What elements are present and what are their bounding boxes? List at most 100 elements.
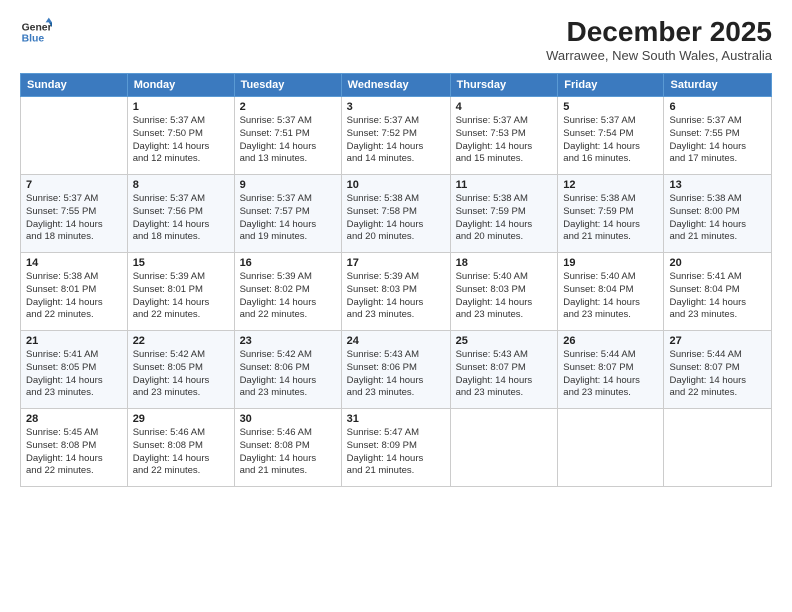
title-block: December 2025 Warrawee, New South Wales,… [546,16,772,63]
day-number: 1 [133,101,229,113]
day-info: Sunrise: 5:46 AM Sunset: 8:08 PM Dayligh… [240,427,336,478]
calendar-cell: 6 Sunrise: 5:37 AM Sunset: 7:55 PM Daylig… [664,97,772,175]
day-info: Sunrise: 5:37 AM Sunset: 7:50 PM Dayligh… [133,115,229,166]
day-info: Sunrise: 5:37 AM Sunset: 7:52 PM Dayligh… [347,115,445,166]
day-info: Sunrise: 5:37 AM Sunset: 7:51 PM Dayligh… [240,115,336,166]
calendar-cell: 4 Sunrise: 5:37 AM Sunset: 7:53 PM Daylig… [450,97,558,175]
day-info: Sunrise: 5:37 AM Sunset: 7:53 PM Dayligh… [456,115,553,166]
calendar-cell: 19 Sunrise: 5:40 AM Sunset: 8:04 PM Dayli… [558,253,664,331]
day-info: Sunrise: 5:45 AM Sunset: 8:08 PM Dayligh… [26,427,122,478]
calendar-cell: 23 Sunrise: 5:42 AM Sunset: 8:06 PM Dayli… [234,331,341,409]
day-info: Sunrise: 5:39 AM Sunset: 8:01 PM Dayligh… [133,271,229,322]
day-number: 27 [669,335,766,347]
calendar-cell: 29 Sunrise: 5:46 AM Sunset: 8:08 PM Dayli… [127,409,234,487]
week-row-1: 1 Sunrise: 5:37 AM Sunset: 7:50 PM Daylig… [21,97,772,175]
day-info: Sunrise: 5:39 AM Sunset: 8:02 PM Dayligh… [240,271,336,322]
day-number: 31 [347,413,445,425]
calendar-cell: 13Sunrise: 5:38 AM Sunset: 8:00 PM Dayli… [664,175,772,253]
calendar-cell: 9 Sunrise: 5:37 AM Sunset: 7:57 PM Daylig… [234,175,341,253]
day-info: Sunrise: 5:40 AM Sunset: 8:03 PM Dayligh… [456,271,553,322]
calendar-cell: 28 Sunrise: 5:45 AM Sunset: 8:08 PM Dayli… [21,409,128,487]
calendar-cell: 20Sunrise: 5:41 AM Sunset: 8:04 PM Dayli… [664,253,772,331]
calendar-cell [558,409,664,487]
day-info: Sunrise: 5:37 AM Sunset: 7:57 PM Dayligh… [240,193,336,244]
calendar-cell: 17 Sunrise: 5:39 AM Sunset: 8:03 PM Dayli… [341,253,450,331]
calendar-cell: 21 Sunrise: 5:41 AM Sunset: 8:05 PM Dayli… [21,331,128,409]
calendar-cell: 3 Sunrise: 5:37 AM Sunset: 7:52 PM Daylig… [341,97,450,175]
day-number: 16 [240,257,336,269]
day-number: 18 [456,257,553,269]
day-number: 14 [26,257,122,269]
day-number: 3 [347,101,445,113]
calendar-cell: 7 Sunrise: 5:37 AM Sunset: 7:55 PM Daylig… [21,175,128,253]
day-info: Sunrise: 5:46 AM Sunset: 8:08 PM Dayligh… [133,427,229,478]
calendar-cell: 30 Sunrise: 5:46 AM Sunset: 8:08 PM Dayli… [234,409,341,487]
svg-text:General: General [22,22,52,33]
calendar-cell: 16 Sunrise: 5:39 AM Sunset: 8:02 PM Dayli… [234,253,341,331]
day-info: Sunrise: 5:42 AM Sunset: 8:06 PM Dayligh… [240,349,336,400]
day-number: 5 [563,101,658,113]
day-number: 29 [133,413,229,425]
col-monday: Monday [127,74,234,97]
day-number: 6 [669,101,766,113]
calendar-cell: 1 Sunrise: 5:37 AM Sunset: 7:50 PM Daylig… [127,97,234,175]
week-row-5: 28 Sunrise: 5:45 AM Sunset: 8:08 PM Dayli… [21,409,772,487]
day-info: Sunrise: 5:38 AM Sunset: 7:59 PM Dayligh… [563,193,658,244]
day-info: Sunrise: 5:44 AM Sunset: 8:07 PM Dayligh… [563,349,658,400]
calendar-cell: 10 Sunrise: 5:38 AM Sunset: 7:58 PM Dayli… [341,175,450,253]
day-number: 30 [240,413,336,425]
day-number: 7 [26,179,122,191]
calendar-cell: 31 Sunrise: 5:47 AM Sunset: 8:09 PM Dayli… [341,409,450,487]
day-info: Sunrise: 5:38 AM Sunset: 7:58 PM Dayligh… [347,193,445,244]
week-row-2: 7 Sunrise: 5:37 AM Sunset: 7:55 PM Daylig… [21,175,772,253]
col-saturday: Saturday [664,74,772,97]
calendar-cell: 2Sunrise: 5:37 AM Sunset: 7:51 PM Daylig… [234,97,341,175]
col-thursday: Thursday [450,74,558,97]
calendar-cell: 12Sunrise: 5:38 AM Sunset: 7:59 PM Dayli… [558,175,664,253]
day-number: 17 [347,257,445,269]
day-info: Sunrise: 5:38 AM Sunset: 8:01 PM Dayligh… [26,271,122,322]
calendar-table: Sunday Monday Tuesday Wednesday Thursday… [20,73,772,487]
page: General Blue December 2025 Warrawee, New… [0,0,792,612]
svg-text:Blue: Blue [22,34,45,45]
calendar-cell: 22Sunrise: 5:42 AM Sunset: 8:05 PM Dayli… [127,331,234,409]
header: General Blue December 2025 Warrawee, New… [20,16,772,63]
calendar-cell: 14 Sunrise: 5:38 AM Sunset: 8:01 PM Dayli… [21,253,128,331]
day-info: Sunrise: 5:38 AM Sunset: 7:59 PM Dayligh… [456,193,553,244]
calendar-cell [664,409,772,487]
col-friday: Friday [558,74,664,97]
day-number: 10 [347,179,445,191]
day-number: 9 [240,179,336,191]
day-info: Sunrise: 5:43 AM Sunset: 8:07 PM Dayligh… [456,349,553,400]
day-number: 8 [133,179,229,191]
calendar-cell: 26 Sunrise: 5:44 AM Sunset: 8:07 PM Dayli… [558,331,664,409]
day-number: 26 [563,335,658,347]
day-number: 19 [563,257,658,269]
day-number: 23 [240,335,336,347]
calendar-cell [450,409,558,487]
logo-icon: General Blue [20,16,52,48]
logo: General Blue [20,16,52,48]
day-number: 20 [669,257,766,269]
header-row: Sunday Monday Tuesday Wednesday Thursday… [21,74,772,97]
day-info: Sunrise: 5:41 AM Sunset: 8:05 PM Dayligh… [26,349,122,400]
col-tuesday: Tuesday [234,74,341,97]
subtitle: Warrawee, New South Wales, Australia [546,48,772,63]
calendar-cell: 8 Sunrise: 5:37 AM Sunset: 7:56 PM Daylig… [127,175,234,253]
day-info: Sunrise: 5:40 AM Sunset: 8:04 PM Dayligh… [563,271,658,322]
day-number: 21 [26,335,122,347]
day-number: 13 [669,179,766,191]
day-number: 28 [26,413,122,425]
day-info: Sunrise: 5:37 AM Sunset: 7:55 PM Dayligh… [26,193,122,244]
day-info: Sunrise: 5:37 AM Sunset: 7:54 PM Dayligh… [563,115,658,166]
day-info: Sunrise: 5:47 AM Sunset: 8:09 PM Dayligh… [347,427,445,478]
day-info: Sunrise: 5:37 AM Sunset: 7:55 PM Dayligh… [669,115,766,166]
day-info: Sunrise: 5:37 AM Sunset: 7:56 PM Dayligh… [133,193,229,244]
calendar-cell: 18 Sunrise: 5:40 AM Sunset: 8:03 PM Dayli… [450,253,558,331]
day-number: 22 [133,335,229,347]
day-number: 4 [456,101,553,113]
day-number: 24 [347,335,445,347]
calendar-cell: 5 Sunrise: 5:37 AM Sunset: 7:54 PM Daylig… [558,97,664,175]
day-info: Sunrise: 5:39 AM Sunset: 8:03 PM Dayligh… [347,271,445,322]
calendar-cell: 15Sunrise: 5:39 AM Sunset: 8:01 PM Dayli… [127,253,234,331]
